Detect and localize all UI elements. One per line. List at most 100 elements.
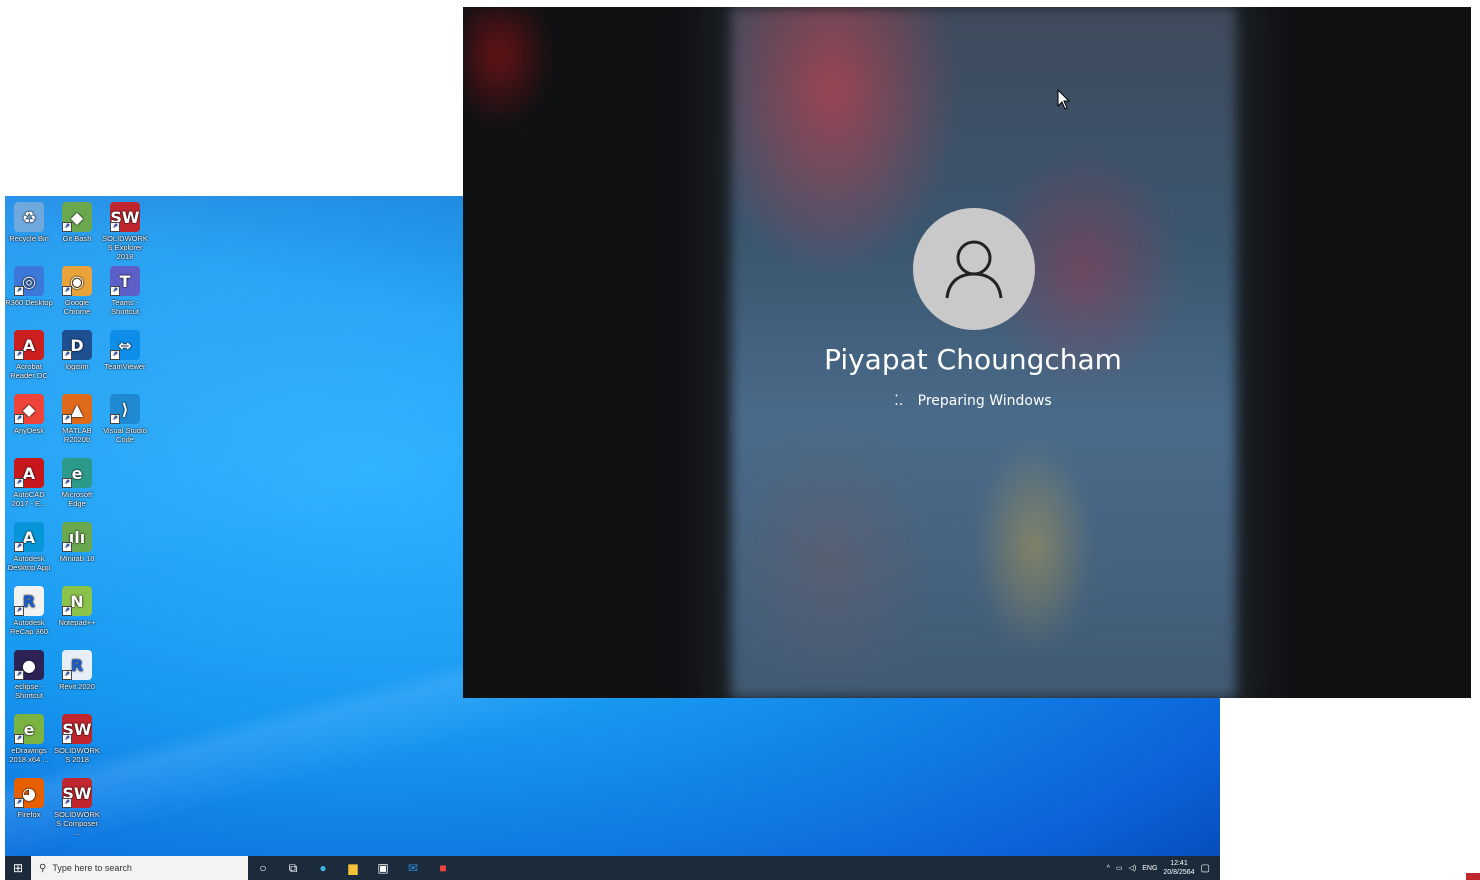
solidworks-icon: SW ↗ bbox=[62, 714, 92, 744]
clock[interactable]: 12:41 20/8/2564 bbox=[1163, 859, 1194, 877]
desktop-icon[interactable]: ılı ↗ Minitab 18 bbox=[53, 520, 101, 563]
desktop-icon-label: Git Bash bbox=[62, 234, 92, 243]
autocad-icon: A ↗ bbox=[14, 458, 44, 488]
desktop-icon[interactable]: ◆ ↗ AnyDesk bbox=[5, 392, 53, 435]
desktop-icon-label: Autodesk Desktop App bbox=[7, 554, 51, 572]
desktop-icon[interactable]: e ↗ eDrawings 2018 x64 ... bbox=[5, 712, 53, 764]
desktop-icon[interactable]: ⇔ ↗ TeamViewer bbox=[101, 328, 149, 371]
task-view-icon[interactable]: ⧉ bbox=[278, 856, 308, 880]
mail-icon[interactable]: ✉ bbox=[398, 856, 428, 880]
blurred-background-accent bbox=[463, 7, 553, 127]
desktop-icon[interactable]: SW ↗ SOLIDWORKS Explorer 2018 bbox=[101, 200, 149, 261]
desktop-icon-label: Revit 2020 bbox=[59, 682, 95, 691]
git-bash-icon: ◆ ↗ bbox=[62, 202, 92, 232]
search-placeholder: Type here to search bbox=[52, 863, 132, 873]
desktop-icon[interactable]: T ↗ Teams - Shortcut bbox=[101, 264, 149, 316]
teamviewer-icon: ⇔ ↗ bbox=[110, 330, 140, 360]
desktop-icon[interactable]: ◕ ↗ Firefox bbox=[5, 776, 53, 819]
file-explorer-icon[interactable]: ▆ bbox=[338, 856, 368, 880]
desktop-icon-label: Minitab 18 bbox=[59, 554, 95, 563]
desktop-icon[interactable]: SW ↗ SOLIDWORKS Composer ... bbox=[53, 776, 101, 837]
edge-taskbar-icon[interactable]: ● bbox=[308, 856, 338, 880]
desktop-icon[interactable]: R ↗ Revit 2020 bbox=[53, 648, 101, 691]
status-text: Preparing Windows bbox=[917, 393, 1052, 409]
teams-icon: T ↗ bbox=[110, 266, 140, 296]
desktop-icon-label: Recycle Bin bbox=[9, 234, 49, 243]
shortcut-arrow-icon: ↗ bbox=[14, 414, 24, 424]
vscode-icon: ⟩ ↗ bbox=[110, 394, 140, 424]
acrobat-icon: A ↗ bbox=[14, 330, 44, 360]
shortcut-arrow-icon: ↗ bbox=[110, 286, 120, 296]
shortcut-arrow-icon: ↗ bbox=[110, 414, 120, 424]
desktop-icon[interactable]: ◎ ↗ R360 Desktop bbox=[5, 264, 53, 307]
revit-icon: R ↗ bbox=[62, 650, 92, 680]
login-screen: Piyapat Choungcham ⁚. Preparing Windows bbox=[463, 7, 1471, 698]
autodesk-desktop-icon: A ↗ bbox=[14, 522, 44, 552]
shortcut-arrow-icon: ↗ bbox=[14, 286, 24, 296]
user-avatar bbox=[913, 208, 1035, 330]
desktop-icon[interactable]: R ↗ Autodesk ReCap 360 bbox=[5, 584, 53, 636]
volume-icon[interactable]: ◁) bbox=[1129, 864, 1137, 872]
desktop-icon-label: AnyDesk bbox=[13, 426, 44, 435]
eclipse-icon: ● ↗ bbox=[14, 650, 44, 680]
windows-logo-icon: ⊞ bbox=[12, 861, 24, 875]
shortcut-arrow-icon: ↗ bbox=[14, 606, 24, 616]
desktop-icon-label: Visual Studio Code bbox=[103, 426, 147, 444]
desktop-icon[interactable]: ♻ Recycle Bin bbox=[5, 200, 53, 243]
shortcut-arrow-icon: ↗ bbox=[14, 542, 24, 552]
desktop-icon-label: TeamViewer bbox=[104, 362, 146, 371]
desktop-icon-label: Microsoft Edge bbox=[61, 490, 93, 508]
search-icon: ⚲ bbox=[39, 862, 47, 874]
start-button[interactable]: ⊞ bbox=[5, 856, 31, 880]
notification-icon[interactable]: ▢ bbox=[1201, 863, 1210, 874]
clock-date: 20/8/2564 bbox=[1163, 869, 1195, 876]
user-icon bbox=[945, 240, 1003, 299]
shortcut-arrow-icon: ↗ bbox=[14, 670, 24, 680]
spinner-icon: ⁚. bbox=[894, 393, 904, 409]
desktop-icon-label: Firefox bbox=[17, 810, 41, 819]
desktop-icon-label: Teams - Shortcut bbox=[111, 298, 139, 316]
chevron-up-icon[interactable]: ^ bbox=[1107, 865, 1110, 872]
system-tray: ^ ▭ ◁) ENG 12:41 20/8/2564 ▢ bbox=[1107, 856, 1220, 880]
shortcut-arrow-icon: ↗ bbox=[62, 478, 72, 488]
logisim-icon: D ↗ bbox=[62, 330, 92, 360]
desktop-icon[interactable]: N ↗ Notepad++ bbox=[53, 584, 101, 627]
desktop-icon-label: Google Chrome bbox=[63, 298, 91, 316]
firefox-icon: ◕ ↗ bbox=[14, 778, 44, 808]
shortcut-arrow-icon: ↗ bbox=[14, 350, 24, 360]
shortcut-arrow-icon: ↗ bbox=[62, 734, 72, 744]
login-status: ⁚. Preparing Windows bbox=[463, 393, 1471, 409]
edge-icon: e ↗ bbox=[62, 458, 92, 488]
shortcut-arrow-icon: ↗ bbox=[110, 222, 120, 232]
edrawings-icon: e ↗ bbox=[14, 714, 44, 744]
taskbar-search-box[interactable]: ⚲ Type here to search bbox=[31, 856, 248, 880]
desktop-icon[interactable]: ● ↗ eclipse - Shortcut bbox=[5, 648, 53, 700]
anydesk-taskbar-icon[interactable]: ■ bbox=[428, 856, 458, 880]
chrome-icon: ◉ ↗ bbox=[62, 266, 92, 296]
minitab-icon: ılı ↗ bbox=[62, 522, 92, 552]
shortcut-arrow-icon: ↗ bbox=[62, 542, 72, 552]
shortcut-arrow-icon: ↗ bbox=[62, 222, 72, 232]
network-icon[interactable]: ▭ bbox=[1116, 864, 1123, 872]
desktop-icon[interactable]: A ↗ Acrobat Reader DC bbox=[5, 328, 53, 380]
desktop-icon-label: logisim bbox=[65, 362, 89, 371]
clock-time: 12:41 bbox=[1170, 860, 1188, 867]
desktop-icon-label: eDrawings 2018 x64 ... bbox=[9, 746, 49, 764]
desktop-icon[interactable]: D ↗ logisim bbox=[53, 328, 101, 371]
shortcut-arrow-icon: ↗ bbox=[62, 670, 72, 680]
shortcut-arrow-icon: ↗ bbox=[110, 350, 120, 360]
store-icon[interactable]: ▣ bbox=[368, 856, 398, 880]
desktop-icon[interactable]: ▲ ↗ MATLAB R2020b bbox=[53, 392, 101, 444]
desktop-icon[interactable]: e ↗ Microsoft Edge bbox=[53, 456, 101, 508]
desktop-icon[interactable]: ◉ ↗ Google Chrome bbox=[53, 264, 101, 316]
desktop-icon[interactable]: SW ↗ SOLIDWORKS 2018 bbox=[53, 712, 101, 764]
language-indicator[interactable]: ENG bbox=[1142, 865, 1157, 872]
mouse-cursor-icon bbox=[1057, 89, 1071, 110]
desktop-icon[interactable]: A ↗ AutoCAD 2017 - E... bbox=[5, 456, 53, 508]
cortana-icon[interactable]: ○ bbox=[248, 856, 278, 880]
desktop-icon[interactable]: A ↗ Autodesk Desktop App bbox=[5, 520, 53, 572]
desktop-icon-label: SOLIDWORKS Explorer 2018 bbox=[102, 234, 148, 261]
desktop-icon-label: SOLIDWORKS 2018 bbox=[54, 746, 100, 764]
desktop-icon[interactable]: ⟩ ↗ Visual Studio Code bbox=[101, 392, 149, 444]
desktop-icon[interactable]: ◆ ↗ Git Bash bbox=[53, 200, 101, 243]
